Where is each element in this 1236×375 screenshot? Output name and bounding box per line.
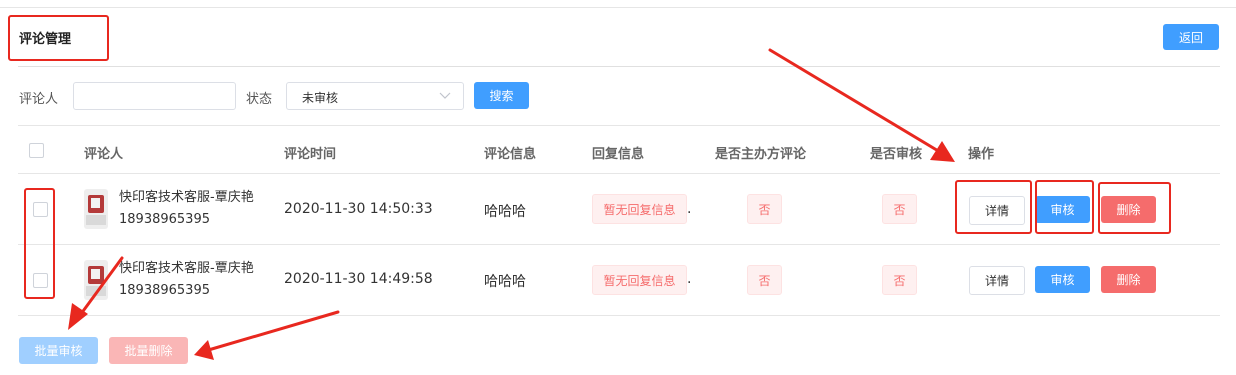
annotation-arrows: [68, 48, 955, 360]
